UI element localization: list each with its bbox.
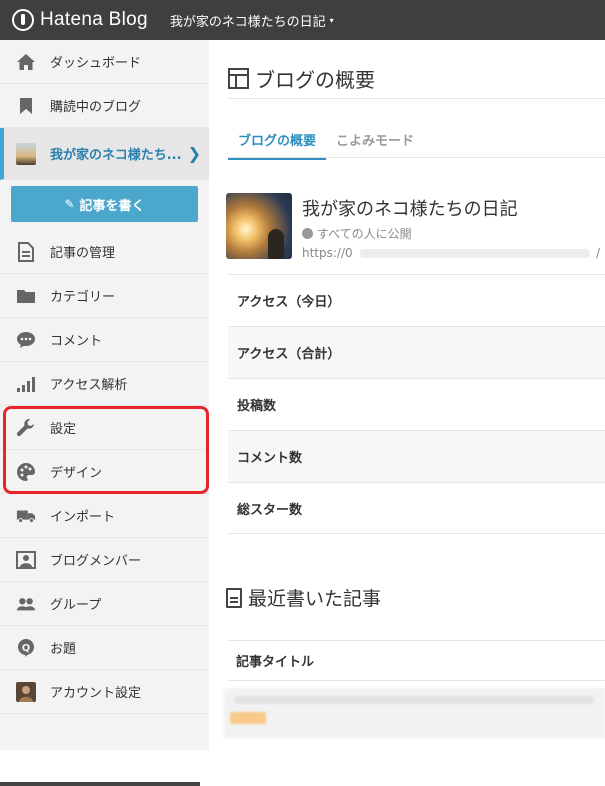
folder-icon xyxy=(16,286,36,306)
member-card-icon xyxy=(16,550,36,570)
hatena-blog-logo[interactable]: Hatena Blog xyxy=(12,9,148,31)
sidebar-item-label: ダッシュボード xyxy=(50,56,142,71)
sidebar-item-comments[interactable]: コメント xyxy=(0,318,209,362)
sidebar-item-label: 購読中のブログ xyxy=(50,100,142,115)
signal-bars-icon xyxy=(16,374,36,394)
highlight-box xyxy=(3,406,209,494)
caret-down-icon: ▾ xyxy=(329,15,334,25)
blurred-article-row[interactable] xyxy=(224,688,605,738)
sidebar-item-account-settings[interactable]: アカウント設定 xyxy=(0,670,209,714)
divider xyxy=(228,98,605,99)
tab-blog-overview[interactable]: ブログの概要 xyxy=(228,126,327,160)
url-prefix: https://0 xyxy=(302,246,353,260)
sidebar-item-label: アクセス解析 xyxy=(50,378,128,393)
blog-header-image[interactable] xyxy=(226,193,292,259)
sidebar-item-topics[interactable]: Q お題 xyxy=(0,626,209,670)
sidebar-bottom-bar xyxy=(0,782,200,786)
divider xyxy=(228,640,605,641)
article-title-column-header: 記事タイトル xyxy=(236,655,315,670)
sidebar-item-label: アカウント設定 xyxy=(50,686,142,701)
sidebar-item-manage-articles[interactable]: 記事の管理 xyxy=(0,230,209,274)
sidebar-item-label: ブログメンバー xyxy=(50,554,142,569)
globe-icon xyxy=(302,228,313,239)
document-icon xyxy=(16,241,36,262)
stat-row-access-today: アクセス（今日） xyxy=(228,274,605,326)
blog-card: 我が家のネコ様たちの日記 すべての人に公開 https://0 / xyxy=(226,193,602,260)
sidebar-item-current-blog[interactable]: 我が家のネコ様たち... ❯ xyxy=(0,128,209,180)
recent-articles-title: 最近書いた記事 xyxy=(226,584,381,611)
sidebar-item-subscriptions[interactable]: 購読中のブログ xyxy=(0,84,209,128)
bookmark-icon xyxy=(16,96,36,116)
q-bubble-icon: Q xyxy=(16,638,36,658)
group-icon xyxy=(16,594,36,614)
home-icon xyxy=(16,52,36,72)
sidebar: ダッシュボード 購読中のブログ 我が家のネコ様たち... ❯ ✎ 記事を書く 記… xyxy=(0,40,209,786)
document-icon xyxy=(226,587,242,608)
divider xyxy=(228,680,605,681)
blog-selector[interactable]: 我が家のネコ様たちの日記 ▾ xyxy=(170,11,334,30)
recent-title-label: 最近書いた記事 xyxy=(248,588,382,610)
write-button-label: 記事を書く xyxy=(79,198,145,214)
overview-section-title: ブログの概要 xyxy=(228,64,375,93)
visibility-label: すべての人に公開 xyxy=(317,227,412,241)
url-suffix: / xyxy=(596,246,601,260)
comment-icon xyxy=(16,330,36,350)
visibility-status: すべての人に公開 xyxy=(302,225,602,242)
blog-selector-label: 我が家のネコ様たちの日記 xyxy=(169,14,326,30)
sidebar-item-label: グループ xyxy=(50,598,102,613)
sidebar-item-label: インポート xyxy=(50,510,116,525)
sidebar-item-label: コメント xyxy=(50,334,103,349)
user-avatar xyxy=(16,681,36,702)
page-title: ブログの概要 xyxy=(255,68,375,92)
top-bar: Hatena Blog 我が家のネコ様たちの日記 ▾ xyxy=(0,0,605,40)
write-article-button[interactable]: ✎ 記事を書く xyxy=(11,186,198,222)
stat-row-comment-count: コメント数 xyxy=(228,430,605,482)
write-button-container: ✎ 記事を書く xyxy=(0,180,209,230)
tab-calendar-mode[interactable]: こよみモード xyxy=(326,126,424,160)
sidebar-item-blog-members[interactable]: ブログメンバー xyxy=(0,538,209,582)
blog-url[interactable]: https://0 / xyxy=(302,246,602,260)
dashboard-layout-icon xyxy=(228,68,249,89)
sidebar-item-import[interactable]: インポート xyxy=(0,494,209,538)
blog-name-link[interactable]: 我が家のネコ様たちの日記 xyxy=(302,195,602,221)
edit-icon: ✎ xyxy=(64,197,75,211)
tab-bar: ブログの概要 こよみモード xyxy=(228,126,424,160)
logo-text: Hatena Blog xyxy=(40,9,148,30)
divider xyxy=(228,157,605,158)
sidebar-item-label: 記事の管理 xyxy=(50,246,116,261)
chevron-right-icon: ❯ xyxy=(187,144,201,163)
url-redacted xyxy=(360,249,590,258)
blurred-title xyxy=(234,696,594,704)
sidebar-item-label: カテゴリー xyxy=(50,290,116,305)
sidebar-item-categories[interactable]: カテゴリー xyxy=(0,274,209,318)
blog-thumbnail xyxy=(16,142,36,165)
stats-table: アクセス（今日） アクセス（合計） 投稿数 コメント数 総スター数 xyxy=(228,274,605,534)
sidebar-item-analytics[interactable]: アクセス解析 xyxy=(0,362,209,406)
main-content: ブログの概要 ブログの概要 こよみモード 我が家のネコ様たちの日記 すべての人に… xyxy=(210,40,605,750)
sidebar-item-groups[interactable]: グループ xyxy=(0,582,209,626)
svg-text:Q: Q xyxy=(22,643,31,654)
sidebar-item-label: 我が家のネコ様たち... xyxy=(50,148,182,163)
blurred-tag xyxy=(230,712,266,724)
hatena-logo-icon xyxy=(12,9,34,31)
stat-row-access-total: アクセス（合計） xyxy=(228,326,605,378)
sidebar-item-label: お題 xyxy=(50,642,77,657)
stat-row-post-count: 投稿数 xyxy=(228,378,605,430)
stat-row-star-count: 総スター数 xyxy=(228,482,605,534)
sidebar-item-dashboard[interactable]: ダッシュボード xyxy=(0,40,209,84)
truck-icon xyxy=(16,506,36,526)
